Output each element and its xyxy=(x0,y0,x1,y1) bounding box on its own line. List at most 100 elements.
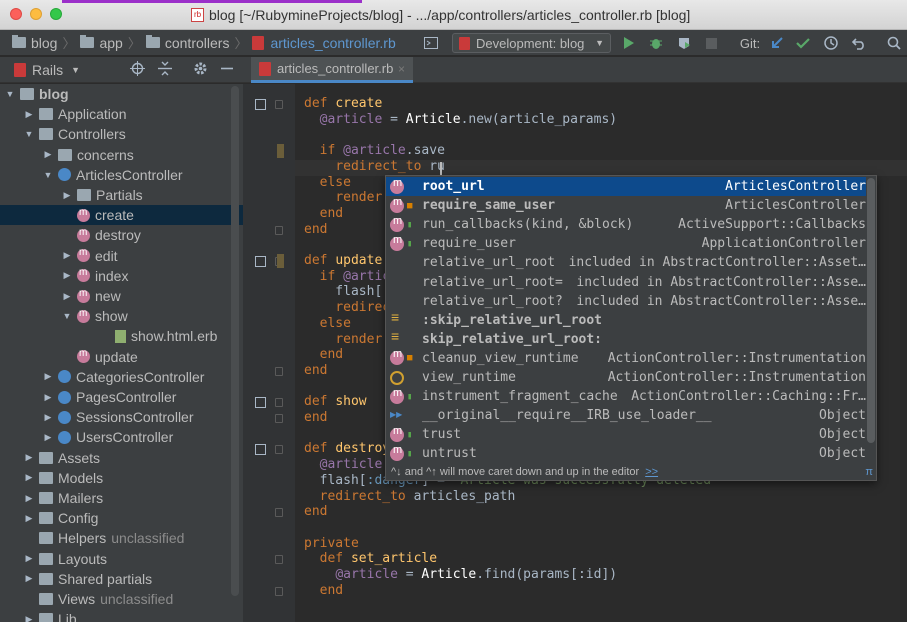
git-commit-icon[interactable] xyxy=(794,30,812,56)
tree-item-categoriescontroller[interactable]: ▶ CategoriesController xyxy=(0,367,243,387)
breadcrumb-blog[interactable]: blog xyxy=(12,35,57,51)
completion-item[interactable]: ▮ untrust Object xyxy=(386,444,866,463)
completion-item[interactable]: :skip_relative_url_root xyxy=(386,309,866,330)
tree-item-controllers[interactable]: ▼ Controllers xyxy=(0,124,243,144)
chevron-icon[interactable]: ▶ xyxy=(42,412,54,423)
chevron-down-icon[interactable]: ▼ xyxy=(71,65,80,75)
chevron-icon[interactable]: ▶ xyxy=(23,513,35,524)
tree-item-models[interactable]: ▶ Models xyxy=(0,468,243,488)
completion-pi-icon[interactable]: π xyxy=(865,466,873,478)
revert-icon[interactable] xyxy=(850,30,868,56)
search-icon[interactable] xyxy=(884,30,904,56)
fold-icon[interactable] xyxy=(275,398,283,408)
tree-item-destroy[interactable]: destroy xyxy=(0,225,243,245)
chevron-icon[interactable]: ▶ xyxy=(23,573,35,584)
completion-item[interactable]: ▮ run_callbacks(kind, &block) ActiveSuppor… xyxy=(386,215,866,234)
project-view-select[interactable]: Rails xyxy=(32,62,63,78)
tree-item-lib[interactable]: ▶ Lib xyxy=(0,609,243,622)
fold-icon[interactable] xyxy=(275,586,283,596)
completion-scrollbar[interactable] xyxy=(867,178,875,443)
chevron-icon[interactable]: ▼ xyxy=(61,311,73,321)
chevron-icon[interactable]: ▶ xyxy=(42,371,54,382)
breadcrumb-file[interactable]: articles_controller.rb xyxy=(252,35,396,51)
close-window-button[interactable] xyxy=(10,8,22,20)
coverage-icon[interactable] xyxy=(674,30,694,56)
tree-item-mailers[interactable]: ▶ Mailers xyxy=(0,488,243,508)
tree-item-edit[interactable]: ▶ edit xyxy=(0,246,243,266)
chevron-icon[interactable]: ▶ xyxy=(61,190,73,201)
gear-icon[interactable] xyxy=(193,61,208,79)
tree-item-config[interactable]: ▶ Config xyxy=(0,508,243,528)
tree-item-concerns[interactable]: ▶ concerns xyxy=(0,145,243,165)
completion-item[interactable]: ▮ trust Object xyxy=(386,425,866,444)
breadcrumb-controllers[interactable]: controllers xyxy=(145,35,229,51)
chevron-icon[interactable]: ▶ xyxy=(61,270,73,281)
run-gutter-icon[interactable] xyxy=(255,256,266,267)
chevron-icon[interactable]: ▶ xyxy=(61,291,73,302)
tree-item-update[interactable]: update xyxy=(0,347,243,367)
completion-item[interactable]: ▮ require_user ApplicationController xyxy=(386,234,866,253)
tab-articles-controller[interactable]: articles_controller.rb × xyxy=(251,57,413,83)
tree-item-assets[interactable]: ▶ Assets xyxy=(0,448,243,468)
chevron-icon[interactable]: ▶ xyxy=(23,452,35,463)
tree-item-userscontroller[interactable]: ▶ UsersController xyxy=(0,427,243,447)
project-tree-scrollbar[interactable] xyxy=(231,86,239,596)
fold-icon[interactable] xyxy=(275,366,283,376)
run-icon[interactable] xyxy=(620,30,638,56)
fold-icon[interactable] xyxy=(275,555,283,565)
tree-item-views[interactable]: Views unclassified xyxy=(0,589,243,609)
run-gutter-icon[interactable] xyxy=(255,99,266,110)
terminal-icon[interactable] xyxy=(421,30,441,56)
tree-item-show-html-erb[interactable]: show.html.erb xyxy=(0,326,243,346)
tree-item-articlescontroller[interactable]: ▼ ArticlesController xyxy=(0,165,243,185)
completion-hint-link[interactable]: >> xyxy=(645,466,658,478)
run-gutter-icon[interactable] xyxy=(255,444,266,456)
tree-item-new[interactable]: ▶ new xyxy=(0,286,243,306)
hide-panel-icon[interactable] xyxy=(221,61,233,79)
breadcrumb-app[interactable]: app xyxy=(80,35,123,51)
tree-item-index[interactable]: ▶ index xyxy=(0,266,243,286)
debug-icon[interactable] xyxy=(646,30,666,56)
chevron-icon[interactable]: ▼ xyxy=(23,129,35,139)
fold-icon[interactable] xyxy=(275,508,283,518)
zoom-window-button[interactable] xyxy=(50,8,62,20)
fold-icon[interactable] xyxy=(275,100,283,109)
completion-item[interactable]: ■ cleanup_view_runtime ActionController::I… xyxy=(386,348,866,368)
tree-item-create[interactable]: create xyxy=(0,205,243,226)
minimize-window-button[interactable] xyxy=(30,8,42,20)
completion-item[interactable]: ▮ instrument_fragment_cache ActionControll… xyxy=(386,387,866,406)
run-gutter-icon[interactable] xyxy=(255,397,266,409)
completion-item[interactable]: relative_url_root= included in AbstractCo… xyxy=(386,273,866,292)
chevron-icon[interactable]: ▶ xyxy=(23,614,35,622)
tree-item-blog[interactable]: ▼ blog xyxy=(0,84,243,104)
tree-item-application[interactable]: ▶ Application xyxy=(0,104,243,124)
completion-item[interactable]: ■ require_same_user ArticlesController xyxy=(386,196,866,215)
completion-item[interactable]: relative_url_root? included in AbstractCo… xyxy=(386,292,866,311)
collapse-all-icon[interactable] xyxy=(158,61,172,79)
chevron-icon[interactable]: ▶ xyxy=(42,149,54,160)
fold-icon[interactable] xyxy=(275,414,283,423)
chevron-icon[interactable]: ▶ xyxy=(23,493,35,504)
chevron-icon[interactable]: ▶ xyxy=(23,109,35,120)
tree-item-helpers[interactable]: Helpers unclassified xyxy=(0,528,243,548)
fold-icon[interactable] xyxy=(275,445,283,455)
tree-item-sessionscontroller[interactable]: ▶ SessionsController xyxy=(0,407,243,427)
history-icon[interactable] xyxy=(822,30,840,56)
tree-item-show[interactable]: ▼ show xyxy=(0,306,243,326)
tree-item-pagescontroller[interactable]: ▶ PagesController xyxy=(0,387,243,407)
chevron-icon[interactable]: ▶ xyxy=(61,250,73,261)
completion-item[interactable]: root_url ArticlesController xyxy=(386,177,866,196)
chevron-icon[interactable]: ▶ xyxy=(42,432,54,443)
chevron-icon[interactable]: ▶ xyxy=(23,553,35,564)
git-update-icon[interactable] xyxy=(768,30,786,56)
completion-item[interactable]: __original__require__IRB_use_loader__ Obj… xyxy=(386,406,866,425)
chevron-icon[interactable]: ▼ xyxy=(4,89,16,99)
completion-item[interactable]: view_runtime ActionController::Instrument… xyxy=(386,368,866,387)
stop-icon[interactable] xyxy=(702,30,720,56)
tree-item-partials[interactable]: ▶ Partials xyxy=(0,185,243,205)
chevron-icon[interactable]: ▼ xyxy=(42,170,54,180)
fold-icon[interactable] xyxy=(275,225,283,235)
run-configuration-select[interactable]: Development: blog ▼ xyxy=(452,33,611,53)
chevron-icon[interactable]: ▶ xyxy=(23,472,35,483)
chevron-icon[interactable]: ▶ xyxy=(42,392,54,403)
